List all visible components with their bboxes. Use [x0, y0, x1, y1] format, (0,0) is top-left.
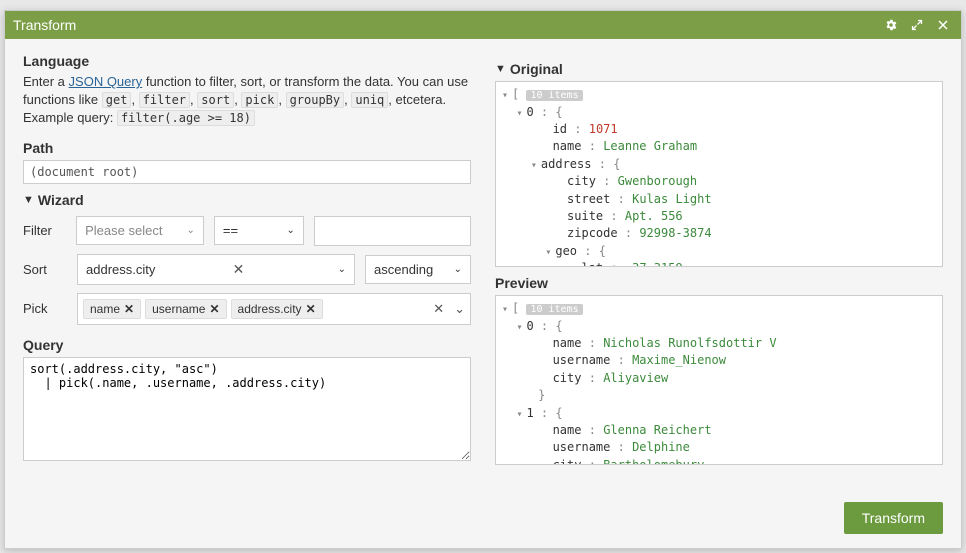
chevron-down-icon: ⌄ — [178, 225, 194, 236]
path-heading: Path — [23, 140, 471, 156]
transform-modal: Transform Language Enter a JSON Query fu… — [4, 10, 962, 549]
modal-content: Language Enter a JSON Query function to … — [5, 39, 961, 494]
chip-remove-icon[interactable]: ✕ — [124, 302, 134, 316]
caret-down-icon: ▼ — [23, 194, 34, 206]
language-heading: Language — [23, 53, 471, 69]
json-query-link[interactable]: JSON Query — [69, 74, 143, 89]
left-column: Language Enter a JSON Query function to … — [23, 53, 471, 484]
preview-heading: Preview — [495, 275, 943, 291]
collapse-icon[interactable]: ▾ — [516, 107, 526, 122]
wizard-section-toggle[interactable]: ▼ Wizard — [23, 192, 471, 208]
sort-label: Sort — [23, 262, 67, 277]
pick-label: Pick — [23, 301, 67, 316]
expand-icon[interactable] — [907, 15, 927, 35]
filter-field-select[interactable]: Please select ⌄ — [76, 216, 204, 245]
pick-row: Pick name✕ username✕ address.city✕ ✕ ⌄ — [23, 293, 471, 325]
chevron-down-icon: ⌄ — [330, 264, 346, 275]
preview-json-view[interactable]: ▾[ 10 items ▾0 : { name : Nicholas Runol… — [495, 295, 943, 465]
original-section-toggle[interactable]: ▼ Original — [495, 61, 943, 77]
pick-multiselect[interactable]: name✕ username✕ address.city✕ ✕ ⌄ — [77, 293, 471, 325]
modal-footer: Transform — [5, 494, 961, 548]
chevron-down-icon: ⌄ — [446, 264, 462, 275]
sort-row: Sort address.city ✕ ⌄ ascending ⌄ — [23, 254, 471, 285]
pick-chip: address.city✕ — [231, 299, 323, 319]
chip-remove-icon[interactable]: ✕ — [209, 302, 219, 316]
collapse-icon[interactable]: ▾ — [502, 303, 512, 318]
query-textarea[interactable] — [23, 357, 471, 461]
filter-row: Filter Please select ⌄ == ⌄ — [23, 216, 471, 246]
filter-label: Filter — [23, 223, 66, 238]
titlebar-title: Transform — [13, 17, 875, 33]
gear-icon[interactable] — [881, 15, 901, 35]
filter-operator-select[interactable]: == ⌄ — [214, 216, 304, 245]
path-input[interactable]: (document root) — [23, 160, 471, 184]
pick-chip: username✕ — [145, 299, 226, 319]
collapse-icon[interactable]: ▾ — [516, 321, 526, 336]
caret-down-icon: ▼ — [495, 63, 506, 75]
chevron-down-icon: ⌄ — [454, 301, 465, 317]
collapse-icon[interactable]: ▾ — [545, 246, 555, 261]
item-count-badge: 10 items — [526, 304, 582, 315]
sort-field-select[interactable]: address.city ✕ ⌄ — [77, 254, 355, 285]
collapse-icon[interactable]: ▾ — [531, 159, 541, 174]
filter-value-input[interactable] — [314, 216, 471, 246]
sort-direction-select[interactable]: ascending ⌄ — [365, 255, 471, 284]
right-column: ▼ Original ▾[ 10 items ▾0 : { id : 1071 … — [495, 53, 943, 484]
close-icon[interactable] — [933, 15, 953, 35]
original-json-view[interactable]: ▾[ 10 items ▾0 : { id : 1071 name : Lean… — [495, 81, 943, 267]
language-description: Enter a JSON Query function to filter, s… — [23, 73, 471, 128]
collapse-icon[interactable]: ▾ — [502, 89, 512, 104]
chevron-down-icon: ⌄ — [278, 225, 294, 236]
collapse-icon[interactable]: ▾ — [516, 408, 526, 423]
transform-button[interactable]: Transform — [844, 502, 943, 534]
pick-chip: name✕ — [83, 299, 141, 319]
titlebar: Transform — [5, 11, 961, 39]
query-heading: Query — [23, 337, 471, 353]
chip-remove-icon[interactable]: ✕ — [306, 302, 316, 316]
clear-all-pick-icon[interactable]: ✕ — [433, 301, 444, 317]
item-count-badge: 10 items — [526, 90, 582, 101]
clear-sort-icon[interactable]: ✕ — [233, 261, 245, 278]
